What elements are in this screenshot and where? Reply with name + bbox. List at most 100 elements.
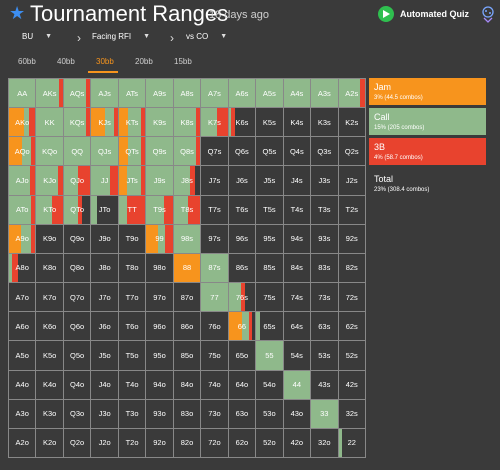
hand-cell[interactable]: Q6s (228, 137, 257, 167)
hand-cell[interactable]: 97s (201, 224, 229, 254)
hand-cell[interactable]: 97o (146, 283, 174, 313)
hand-cell[interactable]: K7s (201, 108, 229, 138)
automated-quiz-button[interactable]: Automated Quiz (378, 5, 497, 23)
hand-cell[interactable]: K2o (36, 428, 64, 458)
hand-cell[interactable]: 75o (201, 341, 229, 371)
hand-cell[interactable]: A9o (9, 224, 37, 254)
tab-60bb[interactable]: 60bb (18, 57, 36, 66)
hand-cell[interactable]: A3s (311, 79, 339, 109)
hand-cell[interactable]: T2o (118, 428, 147, 458)
tab-20bb[interactable]: 20bb (135, 57, 153, 66)
hand-cell[interactable]: K9s (146, 108, 174, 138)
hand-cell[interactable]: AA (9, 79, 37, 109)
hand-cell[interactable]: A9s (146, 79, 174, 109)
hand-cell[interactable]: 52s (338, 341, 366, 371)
hand-cell[interactable]: 77 (201, 283, 229, 313)
hand-cell[interactable]: 53o (256, 399, 284, 429)
hand-cell[interactable]: AJs (91, 79, 119, 109)
hand-cell[interactable]: 85s (256, 253, 284, 284)
hand-cell[interactable]: Q8s (173, 137, 202, 167)
hand-cell[interactable]: J3s (311, 166, 339, 196)
hand-cell[interactable]: 82o (173, 428, 202, 458)
hand-cell[interactable]: A5o (9, 341, 37, 371)
hand-cell[interactable]: TT (118, 195, 147, 225)
hand-cell[interactable]: 63o (228, 399, 257, 429)
hand-cell[interactable]: J2s (338, 166, 366, 196)
hand-cell[interactable]: 95o (146, 341, 174, 371)
hand-cell[interactable]: KK (36, 108, 64, 138)
hand-cell[interactable]: T6o (118, 312, 147, 342)
hand-cell[interactable]: J6s (228, 166, 257, 196)
hand-cell[interactable]: J2o (91, 428, 119, 458)
hand-cell[interactable]: JJ (91, 166, 119, 196)
hand-cell[interactable]: T9s (146, 195, 174, 225)
hand-cell[interactable]: Q4s (283, 137, 312, 167)
hand-cell[interactable]: 72s (338, 283, 366, 313)
hand-cell[interactable]: 92o (146, 428, 174, 458)
hand-cell[interactable]: KTs (118, 108, 147, 138)
hand-cell[interactable]: 54s (283, 341, 312, 371)
hand-cell[interactable]: A2s (338, 79, 366, 109)
hand-cell[interactable]: K8o (36, 253, 64, 284)
hand-cell[interactable]: QTs (118, 137, 147, 167)
hand-cell[interactable]: 85o (173, 341, 202, 371)
hand-cell[interactable]: 43s (311, 370, 339, 400)
hand-cell[interactable]: ATs (118, 79, 147, 109)
hand-cell[interactable]: 42o (283, 428, 312, 458)
hand-cell[interactable]: K9o (36, 224, 64, 254)
hand-cell[interactable]: A7o (9, 283, 37, 313)
hand-cell[interactable]: T3o (118, 399, 147, 429)
hand-cell[interactable]: 76s (228, 283, 257, 313)
hand-cell[interactable]: 86s (228, 253, 257, 284)
hand-cell[interactable]: K2s (338, 108, 366, 138)
hand-cell[interactable]: 88 (173, 253, 202, 284)
hand-cell[interactable]: K3s (311, 108, 339, 138)
hand-cell[interactable]: 33 (311, 399, 339, 429)
hand-cell[interactable]: J8s (173, 166, 202, 196)
hand-cell[interactable]: 65s (256, 312, 284, 342)
hand-cell[interactable]: T2s (338, 195, 366, 225)
hand-cell[interactable]: A6o (9, 312, 37, 342)
hand-cell[interactable]: Q7s (201, 137, 229, 167)
hand-cell[interactable]: AJo (9, 166, 37, 196)
hand-cell[interactable]: Q5o (63, 341, 92, 371)
hand-cell[interactable]: KTo (36, 195, 64, 225)
hand-cell[interactable]: Q2o (63, 428, 92, 458)
hand-cell[interactable]: J7o (91, 283, 119, 313)
hand-cell[interactable]: 93o (146, 399, 174, 429)
hand-cell[interactable]: K6o (36, 312, 64, 342)
opponent-select[interactable]: vs CO ▼ (186, 32, 227, 41)
hand-cell[interactable]: 65o (228, 341, 257, 371)
hand-cell[interactable]: A4o (9, 370, 37, 400)
hand-cell[interactable]: 44 (283, 370, 312, 400)
hand-cell[interactable]: AQo (9, 137, 37, 167)
hand-cell[interactable]: A4s (283, 79, 312, 109)
hand-cell[interactable]: K3o (36, 399, 64, 429)
hand-cell[interactable]: QTo (63, 195, 92, 225)
hand-cell[interactable]: 92s (338, 224, 366, 254)
hand-cell[interactable]: Q7o (63, 283, 92, 313)
hand-cell[interactable]: KQo (36, 137, 64, 167)
legend-call[interactable]: Call 15% (205 combos) (369, 108, 486, 135)
hand-cell[interactable]: 96s (228, 224, 257, 254)
hand-cell[interactable]: T8s (173, 195, 202, 225)
hand-cell[interactable]: 73o (201, 399, 229, 429)
hand-cell[interactable]: 55 (256, 341, 284, 371)
hand-cell[interactable]: Q2s (338, 137, 366, 167)
hand-cell[interactable]: T4o (118, 370, 147, 400)
hand-cell[interactable]: 74s (283, 283, 312, 313)
hand-cell[interactable]: J6o (91, 312, 119, 342)
hand-cell[interactable]: 83s (311, 253, 339, 284)
hand-cell[interactable]: 76o (201, 312, 229, 342)
hand-cell[interactable]: 83o (173, 399, 202, 429)
hand-cell[interactable]: JTo (91, 195, 119, 225)
hand-cell[interactable]: T9o (118, 224, 147, 254)
hand-cell[interactable]: 73s (311, 283, 339, 313)
hand-cell[interactable]: 52o (256, 428, 284, 458)
hand-cell[interactable]: 42s (338, 370, 366, 400)
hand-cell[interactable]: T8o (118, 253, 147, 284)
hand-cell[interactable]: Q9o (63, 224, 92, 254)
hand-cell[interactable]: A6s (228, 79, 257, 109)
hand-cell[interactable]: 87s (201, 253, 229, 284)
hand-cell[interactable]: 94s (283, 224, 312, 254)
